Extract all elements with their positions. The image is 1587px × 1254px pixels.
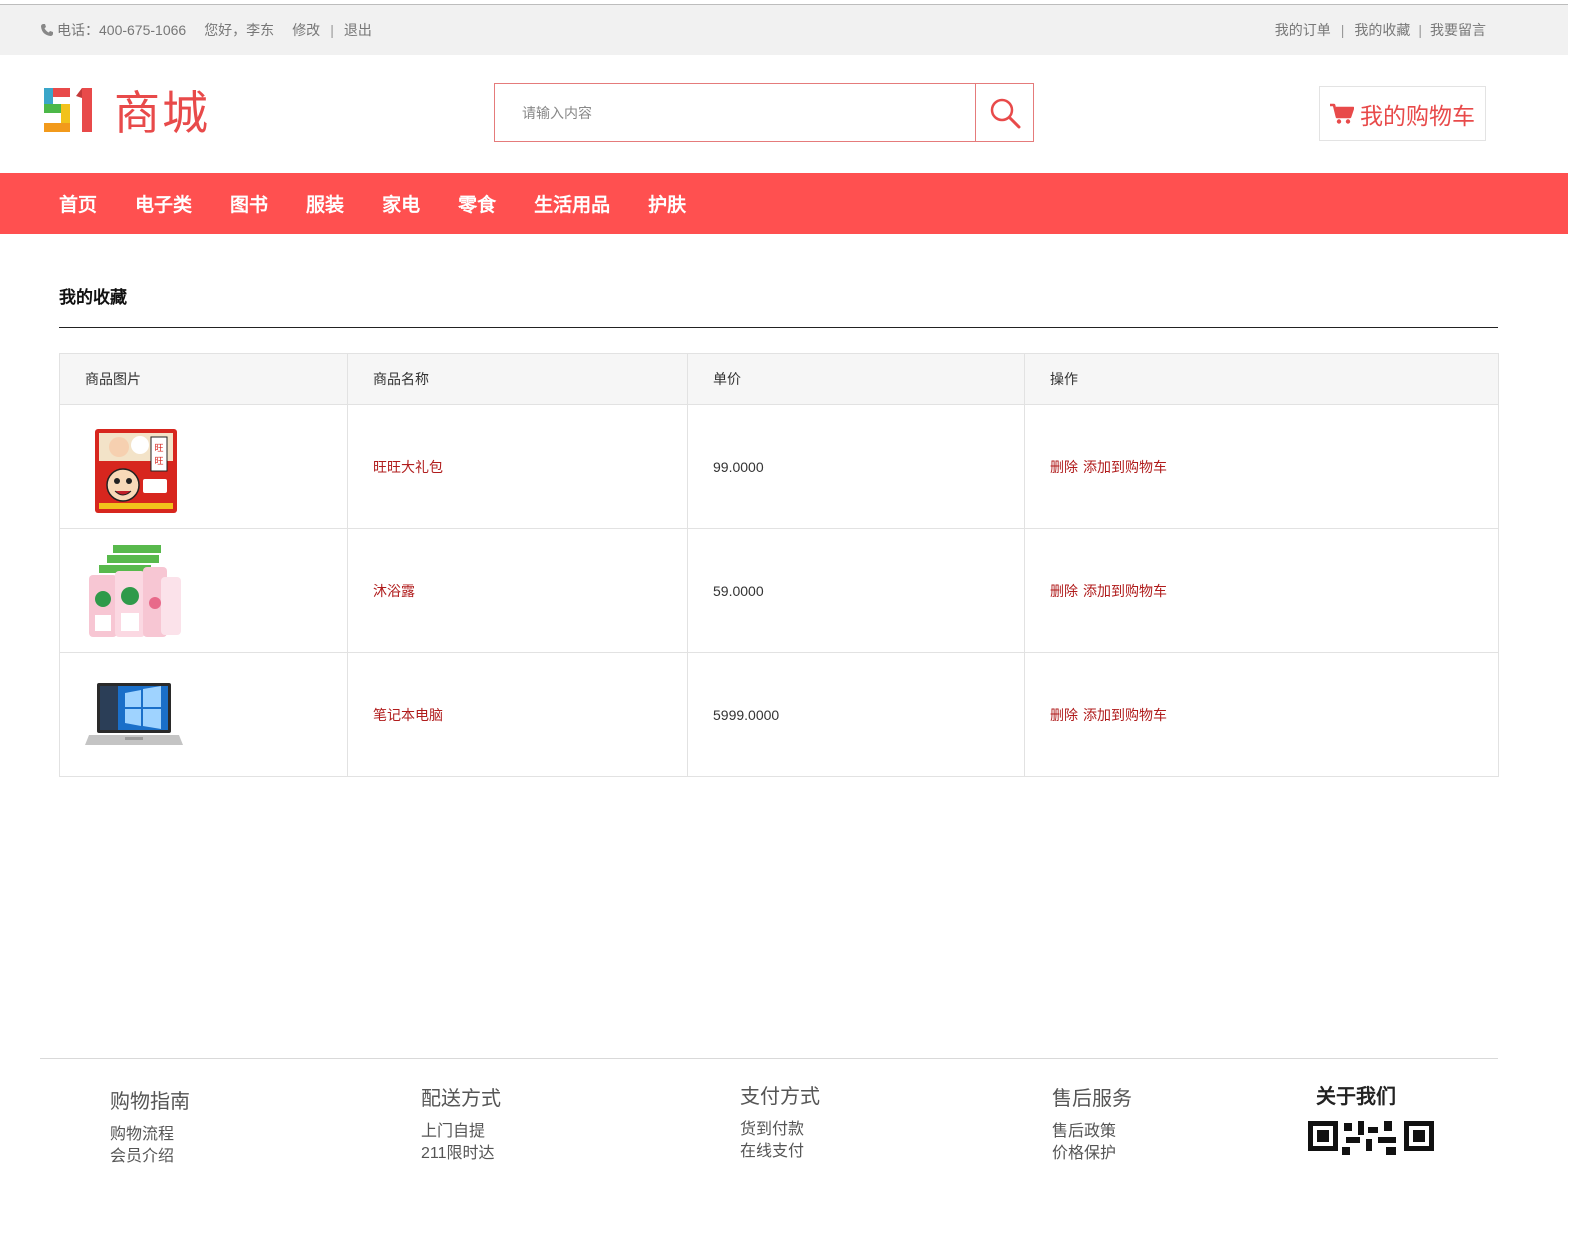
main-nav: 首页 电子类 图书 服装 家电 零食 生活用品 护肤 <box>0 173 1568 234</box>
footer-column-delivery: 配送方式 上门自提 211限时达 <box>421 1082 501 1165</box>
nav-item-appliances[interactable]: 家电 <box>382 190 420 217</box>
my-cart-button[interactable]: 我的购物车 <box>1319 86 1486 141</box>
leave-message-link[interactable]: 我要留言 <box>1430 20 1486 40</box>
nav-item-daily-goods[interactable]: 生活用品 <box>534 190 610 217</box>
table-row: 沐浴露 59.0000 删除 添加到购物车 <box>59 528 1499 653</box>
svg-text:旺: 旺 <box>154 443 163 454</box>
footer-link[interactable]: 售后政策 <box>1052 1121 1132 1143</box>
separator: | <box>1340 22 1345 38</box>
nav-item-snacks[interactable]: 零食 <box>458 190 496 217</box>
delete-button[interactable]: 删除 <box>1050 707 1078 723</box>
product-name-cell: 笔记本电脑 <box>347 652 688 777</box>
delete-button[interactable]: 删除 <box>1050 583 1078 599</box>
footer-column-title: 购物指南 <box>110 1091 190 1113</box>
product-name-link[interactable]: 笔记本电脑 <box>373 707 443 723</box>
footer-column-after-sales: 售后服务 售后政策 价格保护 <box>1052 1082 1132 1165</box>
footer-link[interactable]: 会员介绍 <box>110 1146 190 1168</box>
top-bar-right: 我的订单 | 我的收藏 | 我要留言 <box>1275 5 1486 55</box>
my-favorites-link[interactable]: 我的收藏 <box>1354 20 1410 40</box>
footer-link[interactable]: 货到付款 <box>740 1119 820 1141</box>
column-header-actions: 操作 <box>1024 353 1499 405</box>
product-price: 5999.0000 <box>687 652 1025 777</box>
footer-divider <box>40 1058 1498 1059</box>
top-bar: 电话：400-675-1066 您好，李东 修改 | 退出 我的订单 | 我的收… <box>0 5 1568 55</box>
add-to-cart-button[interactable]: 添加到购物车 <box>1083 707 1167 723</box>
product-image-wangwang[interactable]: 旺 旺 <box>85 417 185 517</box>
site-logo[interactable]: 商城 <box>42 80 210 140</box>
footer-link[interactable]: 购物流程 <box>110 1124 190 1146</box>
svg-text:旺: 旺 <box>154 456 163 467</box>
logout-link[interactable]: 退出 <box>344 20 372 40</box>
actions-cell: 删除 添加到购物车 <box>1024 528 1499 653</box>
nav-item-clothing[interactable]: 服装 <box>306 190 344 217</box>
edit-profile-link[interactable]: 修改 <box>292 20 320 40</box>
cart-label: 我的购物车 <box>1360 102 1475 129</box>
qr-code-icon <box>1306 1119 1436 1249</box>
favorites-table: 商品图片 商品名称 单价 操作 旺 旺 旺旺大礼包 99.0000 删除 添加到… <box>59 353 1499 777</box>
my-orders-link[interactable]: 我的订单 <box>1275 20 1331 40</box>
footer-link[interactable]: 211限时达 <box>421 1143 501 1165</box>
top-bar-left: 电话：400-675-1066 您好，李东 修改 | 退出 <box>40 5 372 55</box>
logo-51-icon <box>44 88 92 132</box>
footer-column-title: 关于我们 <box>1316 1086 1396 1108</box>
greeting: 您好，李东 <box>204 22 275 38</box>
search-input[interactable] <box>495 84 975 141</box>
product-price: 99.0000 <box>687 404 1025 529</box>
nav-item-skincare[interactable]: 护肤 <box>648 190 686 217</box>
footer-column-about-us: 关于我们 <box>1306 1080 1436 1254</box>
footer-column-shopping-guide: 购物指南 购物流程 会员介绍 <box>110 1085 190 1168</box>
nav-item-books[interactable]: 图书 <box>230 190 268 217</box>
product-name-cell: 沐浴露 <box>347 528 688 653</box>
table-header-row: 商品图片 商品名称 单价 操作 <box>59 353 1499 405</box>
product-name-cell: 旺旺大礼包 <box>347 404 688 529</box>
product-image-cell <box>59 652 348 777</box>
footer-column-title: 支付方式 <box>740 1086 820 1108</box>
product-image-laptop[interactable] <box>85 665 185 765</box>
logo-text: 商城 <box>114 86 210 140</box>
search-button[interactable] <box>975 84 1033 141</box>
nav-item-electronics[interactable]: 电子类 <box>135 190 192 217</box>
shopping-cart-icon <box>1330 103 1354 124</box>
phone-number: 电话：400-675-1066 <box>57 22 187 38</box>
separator: | <box>330 22 334 38</box>
delete-button[interactable]: 删除 <box>1050 459 1078 475</box>
table-row: 旺 旺 旺旺大礼包 99.0000 删除 添加到购物车 <box>59 404 1499 529</box>
footer-link[interactable]: 在线支付 <box>740 1141 820 1163</box>
footer-column-title: 配送方式 <box>421 1088 501 1110</box>
nav-item-home[interactable]: 首页 <box>59 190 97 217</box>
footer-column-payment: 支付方式 货到付款 在线支付 <box>740 1080 820 1163</box>
title-divider <box>59 327 1498 328</box>
product-image-cell: 旺 旺 <box>59 404 348 529</box>
actions-cell: 删除 添加到购物车 <box>1024 404 1499 529</box>
add-to-cart-button[interactable]: 添加到购物车 <box>1083 459 1167 475</box>
product-name-link[interactable]: 沐浴露 <box>373 583 415 599</box>
product-price: 59.0000 <box>687 528 1025 653</box>
product-image-body-wash[interactable] <box>85 541 185 641</box>
product-image-cell <box>59 528 348 653</box>
phone-icon <box>40 23 54 37</box>
column-header-price: 单价 <box>687 353 1025 405</box>
column-header-name: 商品名称 <box>347 353 688 405</box>
separator: | <box>1418 22 1422 38</box>
footer-link[interactable]: 上门自提 <box>421 1121 501 1143</box>
add-to-cart-button[interactable]: 添加到购物车 <box>1083 583 1167 599</box>
search-icon <box>990 98 1020 128</box>
table-row: 笔记本电脑 5999.0000 删除 添加到购物车 <box>59 652 1499 777</box>
footer-link[interactable]: 价格保护 <box>1052 1143 1132 1165</box>
product-name-link[interactable]: 旺旺大礼包 <box>373 459 443 475</box>
actions-cell: 删除 添加到购物车 <box>1024 652 1499 777</box>
footer-column-title: 售后服务 <box>1052 1088 1132 1110</box>
search-box <box>494 83 1034 142</box>
page-title: 我的收藏 <box>59 288 127 307</box>
column-header-image: 商品图片 <box>59 353 348 405</box>
